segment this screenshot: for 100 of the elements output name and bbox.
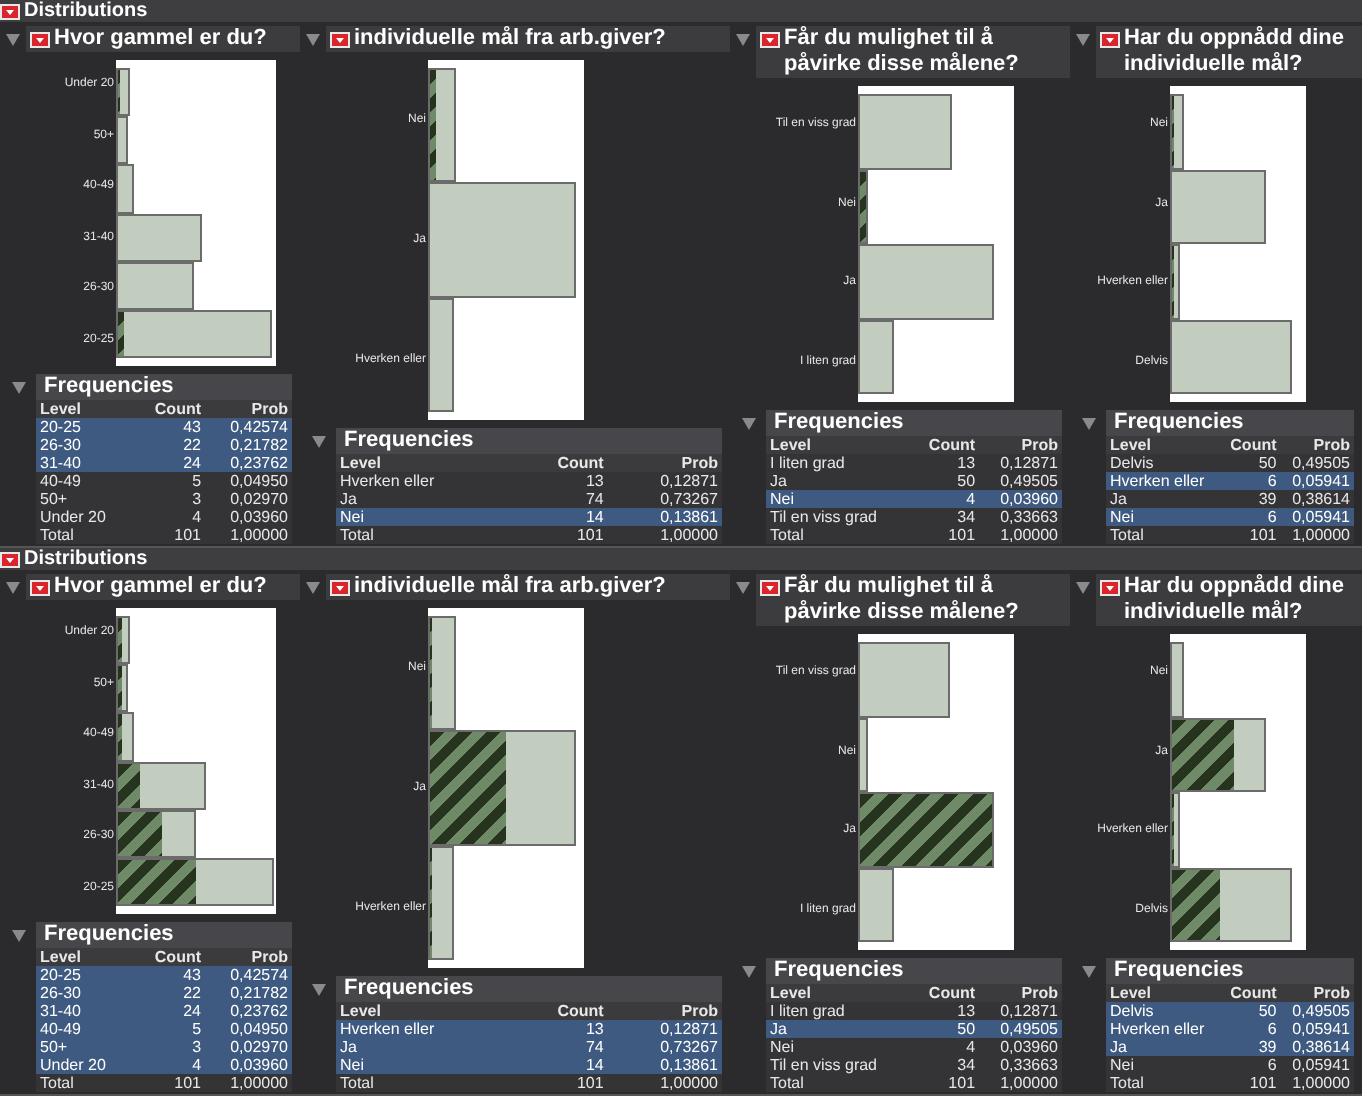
table-cell: Nei — [766, 1038, 911, 1056]
table-row[interactable]: Hverken eller 13 0,12871 — [336, 1020, 722, 1038]
panel-title: individuelle mål fra arb.giver? — [354, 26, 666, 52]
disclosure-triangle-icon[interactable] — [1076, 34, 1090, 46]
table-row[interactable]: 31-40 24 0,23762 — [36, 454, 292, 472]
section-title: Frequencies — [36, 922, 292, 948]
disclosure-triangle-icon[interactable] — [1082, 417, 1096, 429]
table-row[interactable]: Delvis 50 0,49505 — [1106, 1002, 1354, 1020]
disclosure-triangle-icon[interactable] — [1082, 965, 1096, 977]
table-row[interactable]: Delvis 50 0,49505 — [1106, 454, 1354, 472]
table-cell: 13 — [513, 1020, 608, 1038]
bar[interactable] — [1170, 244, 1181, 319]
bar[interactable] — [428, 845, 455, 960]
table-row[interactable]: 50+ 3 0,02970 — [36, 490, 292, 508]
menu-icon[interactable] — [0, 3, 20, 19]
menu-icon[interactable] — [760, 580, 780, 596]
table-row[interactable]: Hverken eller 13 0,12871 — [336, 472, 722, 490]
bar[interactable] — [1170, 94, 1184, 169]
disclosure-triangle-icon[interactable] — [306, 582, 320, 594]
disclosure-triangle-icon[interactable] — [742, 965, 756, 977]
section-title: Frequencies — [1106, 410, 1354, 436]
table-cell: Nei — [336, 508, 514, 526]
bar[interactable] — [428, 616, 457, 731]
hatched-bar-segment — [118, 811, 163, 856]
table-cell: 26-30 — [36, 436, 134, 454]
column-header: Prob — [607, 454, 722, 472]
table-row[interactable]: Nei 6 0,05941 — [1106, 508, 1354, 526]
table-cell: 0,05941 — [1280, 508, 1354, 526]
bar[interactable] — [116, 857, 275, 907]
table-row[interactable]: Ja 39 0,38614 — [1106, 490, 1354, 508]
table-cell: Ja — [766, 1020, 911, 1038]
table-row[interactable]: Nei 4 0,03960 — [766, 1038, 1062, 1056]
table-row[interactable]: Til en viss grad 34 0,33663 — [766, 1056, 1062, 1074]
table-cell: Ja — [766, 472, 911, 490]
menu-icon[interactable] — [1100, 32, 1120, 48]
disclosure-triangle-icon[interactable] — [312, 435, 326, 447]
table-row[interactable]: Ja 39 0,38614 — [1106, 1038, 1354, 1056]
menu-icon[interactable] — [0, 551, 20, 567]
table-row[interactable]: 50+ 3 0,02970 — [36, 1038, 292, 1056]
table-row[interactable]: 31-40 24 0,23762 — [36, 1002, 292, 1020]
table-row[interactable]: Hverken eller 6 0,05941 — [1106, 472, 1354, 490]
table-row[interactable]: 20-25 43 0,42574 — [36, 966, 292, 984]
table-row[interactable]: Ja 50 0,49505 — [766, 1020, 1062, 1038]
table-row[interactable]: 40-49 5 0,04950 — [36, 1020, 292, 1038]
disclosure-triangle-icon[interactable] — [12, 929, 26, 941]
bar[interactable] — [428, 730, 577, 846]
table-cell: 101 — [910, 526, 980, 544]
disclosure-triangle-icon[interactable] — [312, 983, 326, 995]
bar[interactable] — [116, 664, 128, 713]
hatched-bar-segment — [118, 311, 125, 357]
bar[interactable] — [116, 761, 206, 810]
table-row[interactable]: Under 20 4 0,03960 — [36, 1056, 292, 1074]
bar[interactable] — [116, 68, 131, 117]
table-row[interactable]: I liten grad 13 0,12871 — [766, 1002, 1062, 1020]
disclosure-triangle-icon[interactable] — [742, 417, 756, 429]
menu-icon[interactable] — [760, 32, 780, 48]
disclosure-triangle-icon[interactable] — [306, 34, 320, 46]
menu-icon[interactable] — [330, 580, 350, 596]
table-row[interactable]: Ja 50 0,49505 — [766, 472, 1062, 490]
table-row[interactable]: 26-30 22 0,21782 — [36, 436, 292, 454]
table-row[interactable]: Til en viss grad 34 0,33663 — [766, 508, 1062, 526]
disclosure-triangle-icon[interactable] — [736, 582, 750, 594]
table-row[interactable]: I liten grad 13 0,12871 — [766, 454, 1062, 472]
bar[interactable] — [1170, 717, 1266, 792]
bar[interactable] — [116, 809, 196, 858]
table-row[interactable]: Hverken eller 6 0,05941 — [1106, 1020, 1354, 1038]
disclosure-triangle-icon[interactable] — [6, 582, 20, 594]
menu-icon[interactable] — [330, 32, 350, 48]
table-cell: 39 — [1220, 1038, 1281, 1056]
menu-icon[interactable] — [30, 580, 50, 596]
menu-icon[interactable] — [30, 32, 50, 48]
table-row[interactable]: Nei 6 0,05941 — [1106, 1056, 1354, 1074]
table-row[interactable]: Nei 14 0,13861 — [336, 508, 722, 526]
table-row[interactable]: 26-30 22 0,21782 — [36, 984, 292, 1002]
menu-icon[interactable] — [1100, 580, 1120, 596]
table-cell: 0,05941 — [1280, 472, 1354, 490]
disclosure-triangle-icon[interactable] — [736, 34, 750, 46]
section-title: Frequencies — [1106, 958, 1354, 984]
bar[interactable] — [858, 169, 869, 244]
table-row[interactable]: Nei 4 0,03960 — [766, 490, 1062, 508]
bar[interactable] — [1170, 867, 1293, 942]
column-header: Count — [133, 400, 206, 418]
disclosure-triangle-icon[interactable] — [1076, 582, 1090, 594]
table-cell: 0,38614 — [1280, 1038, 1354, 1056]
table-row[interactable]: Under 20 4 0,03960 — [36, 508, 292, 526]
bar[interactable] — [1170, 792, 1181, 867]
table-cell: 31-40 — [36, 454, 134, 472]
table-row[interactable]: Nei 14 0,13861 — [336, 1056, 722, 1074]
table-row[interactable]: Ja 74 0,73267 — [336, 1038, 722, 1056]
table-row[interactable]: 40-49 5 0,04950 — [36, 472, 292, 490]
table-cell: Total — [1106, 1074, 1221, 1092]
table-cell: Til en viss grad — [766, 1056, 911, 1074]
bar[interactable] — [116, 712, 134, 762]
column-header: Prob — [1280, 984, 1354, 1002]
bar[interactable] — [428, 68, 457, 183]
disclosure-triangle-icon[interactable] — [12, 381, 26, 393]
table-row[interactable]: Ja 74 0,73267 — [336, 490, 722, 508]
disclosure-triangle-icon[interactable] — [6, 34, 20, 46]
bar[interactable] — [116, 616, 131, 665]
table-row[interactable]: 20-25 43 0,42574 — [36, 418, 292, 436]
